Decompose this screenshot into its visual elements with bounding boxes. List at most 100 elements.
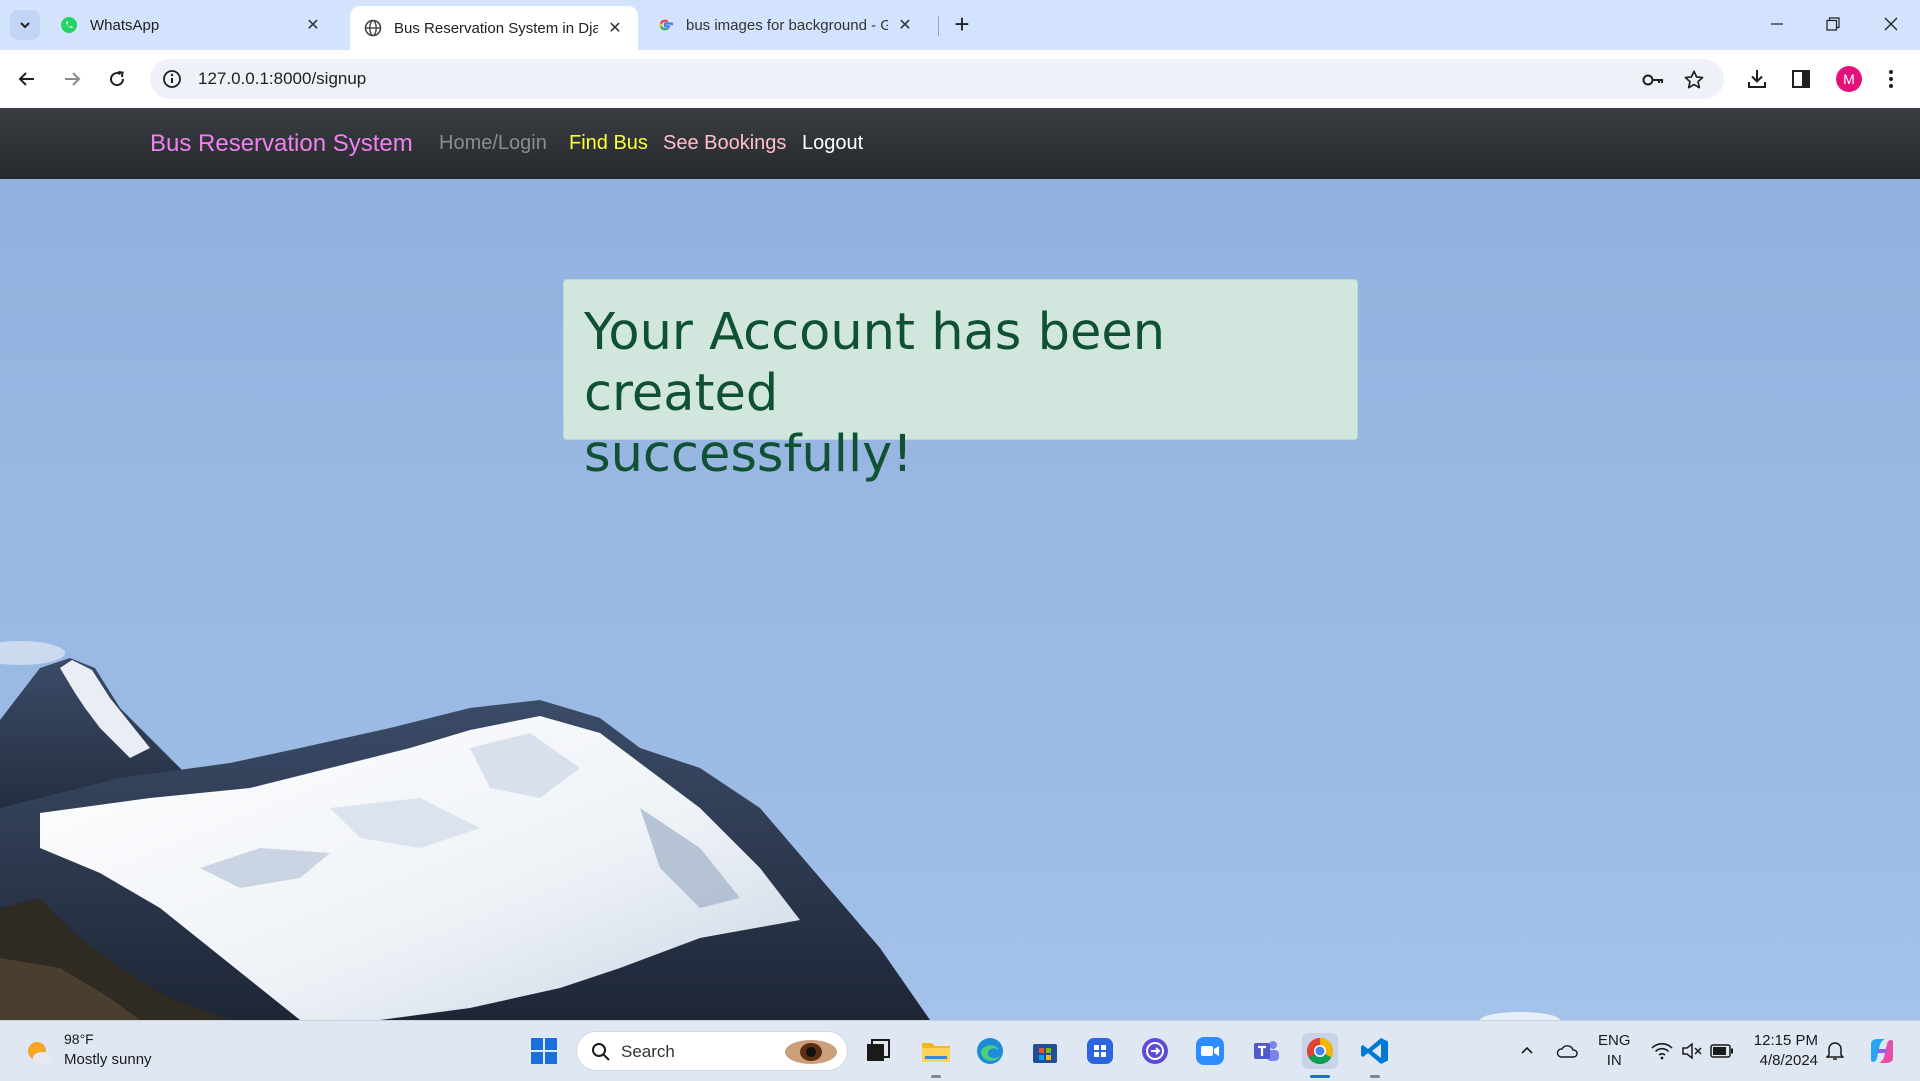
teams-button[interactable] bbox=[1248, 1033, 1284, 1069]
tab-title: bus images for background - G bbox=[686, 16, 888, 34]
download-icon bbox=[1748, 70, 1766, 88]
arrow-left-icon bbox=[18, 72, 34, 86]
restore-icon bbox=[1826, 17, 1840, 31]
side-panel-button[interactable] bbox=[1787, 65, 1815, 93]
page-viewport: Bus Reservation System Home/Login Find B… bbox=[0, 108, 1920, 1020]
system-clock[interactable]: 12:15 PM 4/8/2024 bbox=[1748, 1031, 1818, 1071]
nav-see-bookings[interactable]: See Bookings bbox=[663, 132, 786, 155]
search-label: Search bbox=[621, 1042, 675, 1061]
password-key-button[interactable] bbox=[1641, 68, 1665, 92]
tab-google-search[interactable]: bus images for background - G ✕ bbox=[642, 6, 928, 44]
region-code: IN bbox=[1606, 1052, 1622, 1069]
task-view-button[interactable] bbox=[860, 1033, 896, 1069]
microsoft-store-icon bbox=[1033, 1044, 1057, 1063]
bookmark-button[interactable] bbox=[1682, 68, 1706, 92]
copilot-button[interactable] bbox=[1866, 1035, 1898, 1067]
weather-condition[interactable]: Mostly sunny bbox=[64, 1051, 152, 1068]
battery-icon bbox=[1710, 1044, 1733, 1058]
tab-title: Bus Reservation System in Djan bbox=[394, 19, 598, 37]
google-icon bbox=[659, 19, 674, 31]
windows-logo-icon bbox=[531, 1038, 557, 1064]
tab-whatsapp[interactable]: WhatsApp ✕ bbox=[46, 6, 336, 44]
wifi-button[interactable] bbox=[1650, 1039, 1674, 1063]
grid-app-icon bbox=[1087, 1038, 1113, 1064]
tab-separator bbox=[938, 16, 939, 36]
bell-icon bbox=[1826, 1042, 1844, 1060]
nav-logout[interactable]: Logout bbox=[802, 132, 863, 155]
arrow-right-icon bbox=[65, 72, 81, 86]
running-indicator bbox=[931, 1075, 941, 1078]
store-button[interactable] bbox=[1027, 1033, 1063, 1069]
video-camera-icon bbox=[1196, 1037, 1224, 1065]
forward-button[interactable] bbox=[57, 64, 87, 94]
clock-date: 4/8/2024 bbox=[1759, 1052, 1818, 1069]
start-button[interactable] bbox=[526, 1033, 562, 1069]
zoom-button[interactable] bbox=[1192, 1033, 1228, 1069]
language-indicator[interactable]: ENG IN bbox=[1598, 1031, 1631, 1071]
downloads-button[interactable] bbox=[1743, 65, 1771, 93]
search-highlight-eye-icon bbox=[785, 1040, 837, 1064]
taskbar-search-box[interactable]: Search bbox=[576, 1031, 848, 1071]
nav-find-bus[interactable]: Find Bus bbox=[569, 132, 648, 155]
edge-browser-icon bbox=[977, 1038, 1003, 1064]
whatsapp-icon bbox=[61, 17, 77, 33]
folder-icon bbox=[922, 1043, 950, 1062]
minimize-button[interactable] bbox=[1754, 8, 1800, 40]
clock-time: 12:15 PM bbox=[1753, 1032, 1818, 1049]
url-text[interactable]: 127.0.0.1:8000/signup bbox=[198, 69, 366, 89]
alert-message-line1: Your Account has been created bbox=[584, 303, 1166, 423]
vscode-icon bbox=[1361, 1038, 1388, 1064]
chevron-down-icon bbox=[20, 22, 30, 29]
site-navbar: Bus Reservation System Home/Login Find B… bbox=[0, 108, 1920, 179]
star-icon bbox=[1684, 70, 1704, 89]
teams-icon bbox=[1254, 1041, 1279, 1061]
language-code: ENG bbox=[1598, 1032, 1631, 1049]
nav-home-login[interactable]: Home/Login bbox=[439, 132, 547, 155]
close-tab-icon[interactable]: ✕ bbox=[606, 18, 624, 38]
onedrive-button[interactable] bbox=[1555, 1039, 1579, 1063]
chevron-up-icon bbox=[1521, 1046, 1533, 1054]
alert-message-line2: successfully! bbox=[584, 425, 913, 484]
tab-title: WhatsApp bbox=[90, 16, 160, 34]
show-hidden-icons-button[interactable] bbox=[1515, 1039, 1539, 1063]
restore-button[interactable] bbox=[1810, 8, 1856, 40]
tab-strip: WhatsApp ✕ Bus Reservation System in Dja… bbox=[0, 0, 1920, 50]
notifications-button[interactable] bbox=[1823, 1039, 1847, 1063]
reload-icon bbox=[110, 71, 125, 87]
arrow-app-button[interactable] bbox=[1137, 1033, 1173, 1069]
vscode-button[interactable] bbox=[1357, 1033, 1393, 1069]
cloud-icon bbox=[1556, 1045, 1578, 1058]
chrome-menu-button[interactable] bbox=[1877, 65, 1905, 93]
mountain-background-image bbox=[0, 641, 1560, 1020]
weather-sun-cloud-icon[interactable] bbox=[24, 1037, 54, 1067]
site-brand[interactable]: Bus Reservation System bbox=[150, 130, 413, 158]
battery-button[interactable] bbox=[1710, 1039, 1734, 1063]
close-tab-icon[interactable]: ✕ bbox=[896, 15, 914, 35]
chrome-icon bbox=[1306, 1037, 1334, 1065]
edge-button[interactable] bbox=[972, 1033, 1008, 1069]
back-button[interactable] bbox=[12, 64, 42, 94]
app-launcher-button[interactable] bbox=[1082, 1033, 1118, 1069]
windows-taskbar: 98°F Mostly sunny Search ENG IN 12:15 PM… bbox=[0, 1020, 1920, 1081]
profile-avatar[interactable]: M bbox=[1836, 66, 1862, 92]
running-indicator bbox=[1370, 1075, 1380, 1078]
site-info-icon[interactable] bbox=[162, 69, 182, 89]
active-indicator bbox=[1310, 1075, 1330, 1078]
tab-bus-reservation[interactable]: Bus Reservation System in Djan ✕ bbox=[350, 6, 638, 50]
search-icon bbox=[592, 1043, 610, 1061]
file-explorer-button[interactable] bbox=[918, 1033, 954, 1069]
close-window-button[interactable] bbox=[1868, 8, 1914, 40]
address-bar[interactable]: 127.0.0.1:8000/signup bbox=[150, 59, 1724, 99]
globe-icon bbox=[364, 19, 382, 37]
success-alert: Your Account has been created successful… bbox=[563, 279, 1358, 484]
more-vert-icon bbox=[1889, 70, 1893, 88]
new-tab-button[interactable]: + bbox=[948, 10, 976, 40]
copilot-icon bbox=[1871, 1039, 1893, 1063]
chrome-taskbar-button[interactable] bbox=[1302, 1033, 1338, 1069]
tab-search-button[interactable] bbox=[10, 10, 40, 40]
weather-temperature[interactable]: 98°F bbox=[64, 1031, 94, 1047]
side-panel-icon bbox=[1792, 70, 1810, 88]
close-tab-icon[interactable]: ✕ bbox=[304, 15, 322, 35]
reload-button[interactable] bbox=[102, 64, 132, 94]
volume-button[interactable] bbox=[1680, 1039, 1704, 1063]
